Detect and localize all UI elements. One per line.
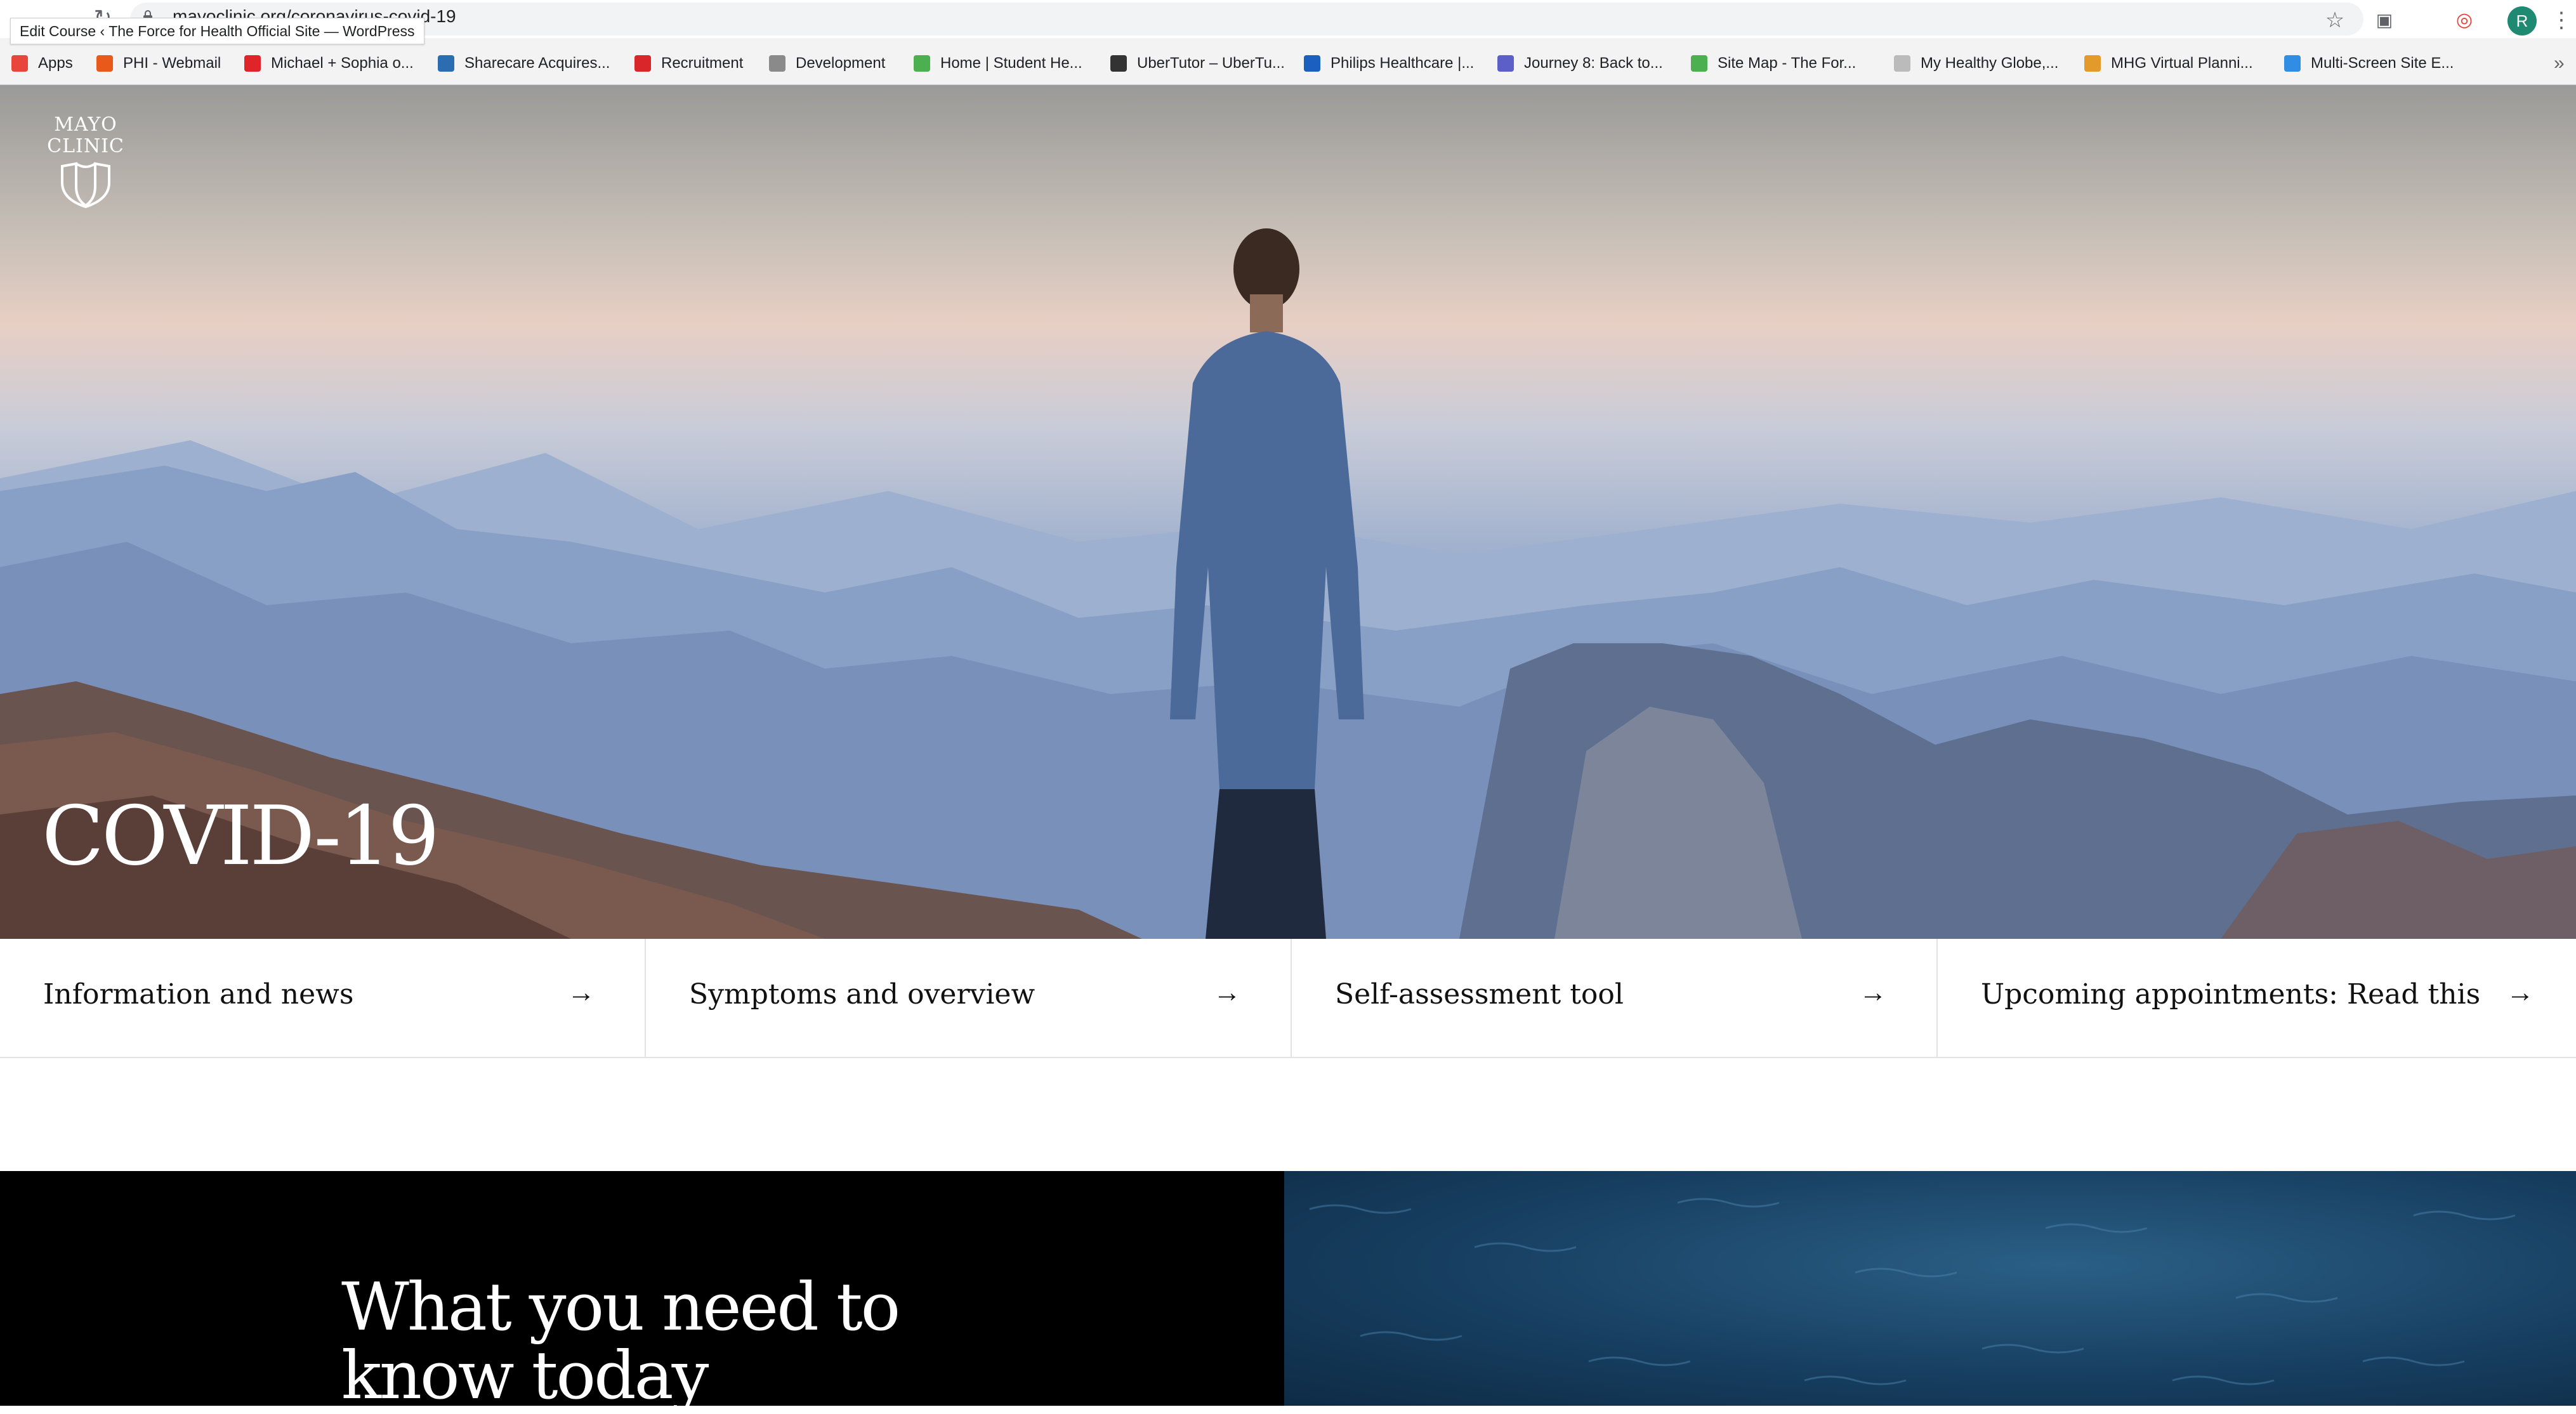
bookmark-label: MHG Virtual Planni... — [2111, 55, 2253, 72]
bookmark-label: Apps — [38, 55, 73, 72]
page-title: COVID-19 — [42, 789, 440, 884]
logo-text: CLINIC — [47, 135, 124, 157]
bookmark-item[interactable]: Apps — [11, 46, 73, 81]
tab-tooltip: Edit Course ‹ The Force for Health Offic… — [10, 18, 424, 44]
circle-favicon-icon — [1497, 55, 1514, 72]
bookmark-item[interactable]: Multi-Screen Site E... — [2284, 46, 2454, 81]
extension-target-icon[interactable]: ◎ — [2450, 6, 2478, 34]
link-upcoming-appointments[interactable]: Upcoming appointments: Read this → — [1938, 939, 2576, 1057]
bookmark-item[interactable]: Site Map - The For... — [1691, 46, 1856, 81]
link-information-news[interactable]: Information and news → — [0, 939, 646, 1057]
mayo-clinic-logo[interactable]: MAYO CLINIC — [38, 114, 133, 228]
hero-banner: MAYO CLINIC COVID-19 — [0, 85, 2576, 939]
logo-text: MAYO — [54, 114, 117, 136]
bookmark-item[interactable]: Recruitment — [634, 46, 743, 81]
bookmark-item[interactable]: Journey 8: Back to... — [1497, 46, 1663, 81]
bookmark-label: Journey 8: Back to... — [1524, 55, 1663, 72]
arrow-right-icon: → — [1213, 977, 1241, 1008]
z-logo-icon — [244, 55, 261, 72]
bookmark-label: Site Map - The For... — [1718, 55, 1856, 72]
bookmark-label: Recruitment — [661, 55, 744, 72]
bookmark-label: Philips Healthcare |... — [1331, 55, 1475, 72]
section-intro-panel: What you need to know today — [0, 1171, 1284, 1410]
wifi-favicon-icon — [1691, 55, 1707, 72]
extension-icon[interactable]: ▣ — [2370, 6, 2398, 34]
bookmark-item[interactable]: Home | Student He... — [914, 46, 1082, 81]
bookmark-item[interactable]: Sharecare Acquires... — [438, 46, 610, 81]
link-label: Self-assessment tool — [1335, 978, 1624, 1011]
water-texture — [1309, 1198, 2516, 1385]
apps-grid-icon — [11, 55, 28, 72]
arrow-right-icon: → — [2506, 977, 2534, 1008]
bookmark-label: Development — [796, 55, 886, 72]
adp-icon — [634, 55, 651, 72]
bookmark-item[interactable]: Philips Healthcare |... — [1304, 46, 1474, 81]
globe-icon — [1110, 55, 1127, 72]
bookmark-item[interactable]: Development — [769, 46, 885, 81]
default-favicon-icon — [1894, 55, 1910, 72]
browser-chrome: ← → ↻ mayoclinic.org/coronavirus-covid-1… — [0, 0, 2576, 85]
webmail-icon — [96, 55, 113, 72]
link-label: Upcoming appointments: Read this — [1981, 978, 2481, 1011]
bookmark-item[interactable]: MHG Virtual Planni... — [2084, 46, 2253, 81]
bookmarks-overflow-icon[interactable]: » — [2554, 46, 2565, 81]
link-label: Information and news — [43, 978, 354, 1011]
quick-links: Information and news → Symptoms and over… — [0, 939, 2576, 1058]
section-title: What you need to know today — [341, 1268, 900, 1414]
bookmark-star-icon[interactable]: ☆ — [2321, 6, 2349, 34]
bookmark-item[interactable]: UberTutor – UberTu... — [1110, 46, 1285, 81]
menu-dots-icon[interactable]: ⋮ — [2551, 6, 2572, 34]
bookmark-item[interactable]: PHI - Webmail — [96, 46, 221, 81]
profile-avatar[interactable]: R — [2507, 6, 2537, 36]
link-self-assessment[interactable]: Self-assessment tool → — [1292, 939, 1938, 1057]
bookmark-label: Michael + Sophia o... — [271, 55, 414, 72]
link-label: Symptoms and overview — [689, 978, 1035, 1011]
address-bar[interactable] — [130, 3, 2363, 36]
bookmark-label: Multi-Screen Site E... — [2311, 55, 2454, 72]
link-symptoms-overview[interactable]: Symptoms and overview → — [646, 939, 1292, 1057]
arrow-right-icon: → — [567, 977, 595, 1008]
wifi-favicon-icon — [914, 55, 930, 72]
bookmark-label: My Healthy Globe,... — [1921, 55, 2059, 72]
search-favicon-icon — [438, 55, 454, 72]
arrow-right-icon: → — [1859, 977, 1887, 1008]
bookmark-item[interactable]: My Healthy Globe,... — [1894, 46, 2058, 81]
water-image — [1284, 1171, 2576, 1406]
bookmark-label: PHI - Webmail — [123, 55, 221, 72]
shield-logo-icon — [61, 162, 110, 208]
folder-icon — [769, 55, 785, 72]
bookmark-label: Sharecare Acquires... — [464, 55, 610, 72]
bookmark-label: Home | Student He... — [940, 55, 1082, 72]
bookmarks-bar: Apps PHI - Webmail Michael + Sophia o... Sh… — [0, 46, 2576, 81]
mh-favicon-icon — [2084, 55, 2101, 72]
shield-favicon-icon — [1304, 55, 1320, 72]
bookmark-item[interactable]: Michael + Sophia o... — [244, 46, 414, 81]
bookmark-label: UberTutor – UberTu... — [1137, 55, 1285, 72]
phone-favicon-icon — [2284, 55, 2301, 72]
